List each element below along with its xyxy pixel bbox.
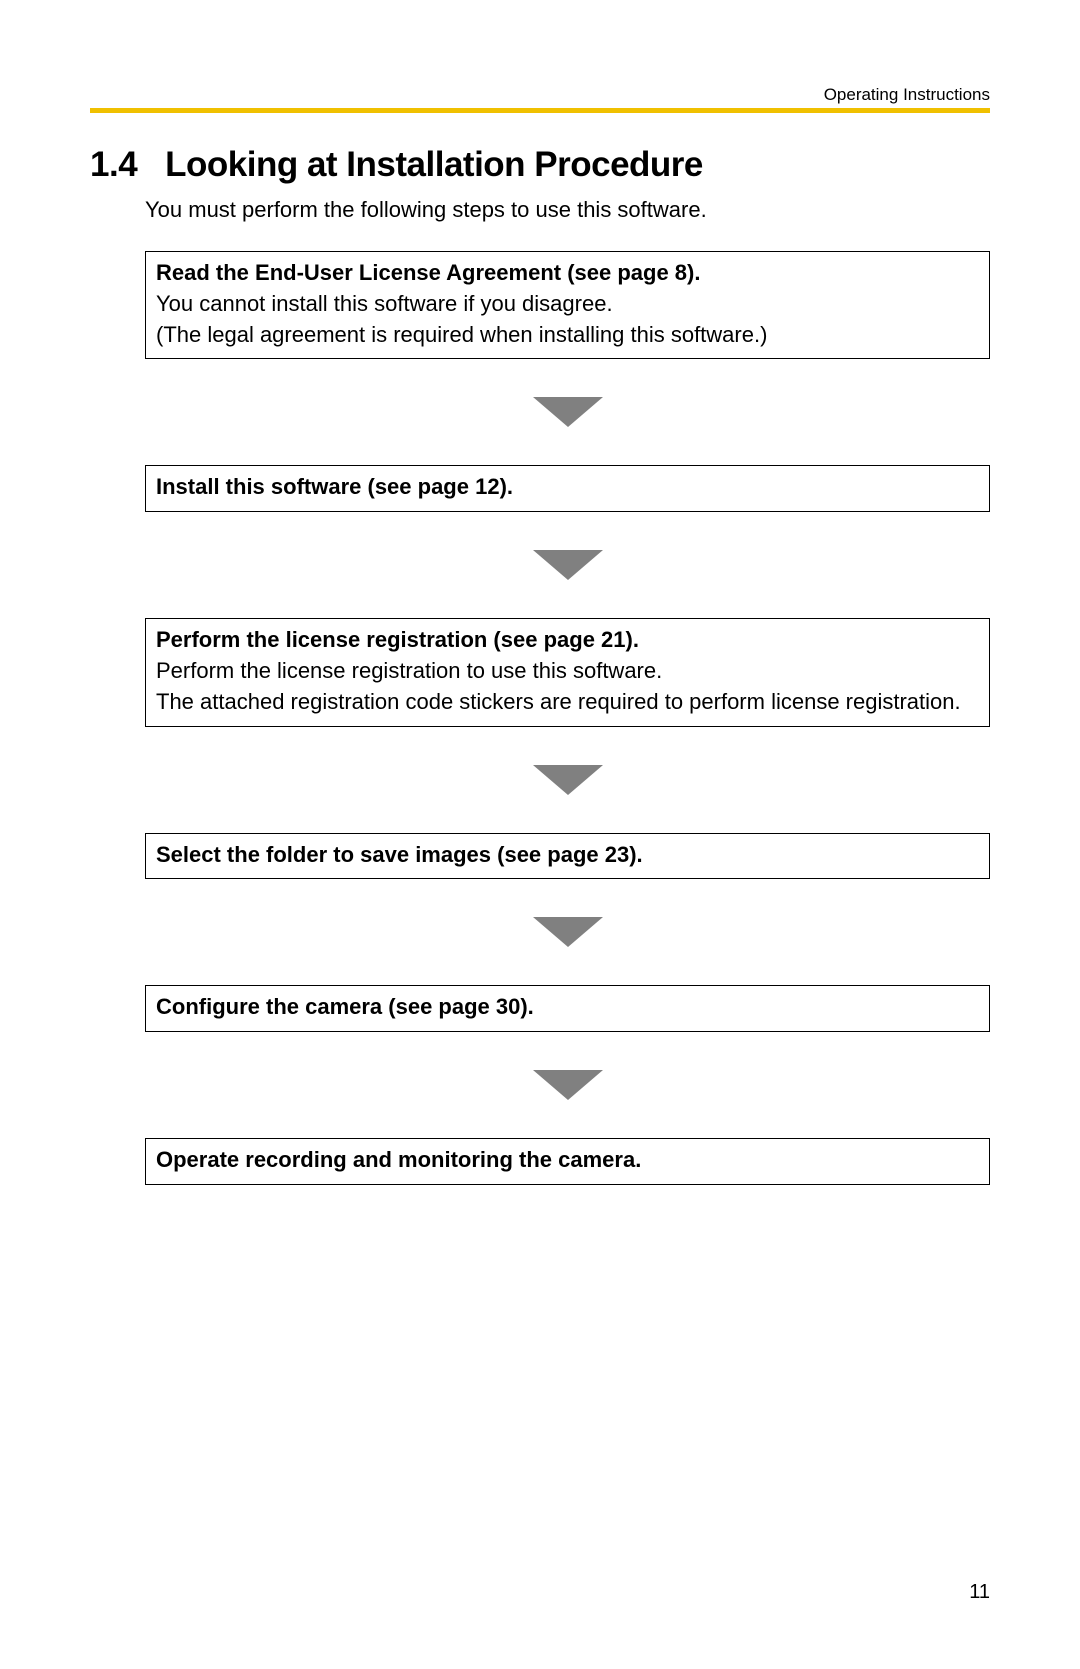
chevron-down-icon [533, 765, 603, 795]
step-box-6: Operate recording and monitoring the cam… [145, 1138, 990, 1185]
page-number: 11 [969, 1581, 990, 1604]
step-title: Operate recording and monitoring the cam… [156, 1145, 979, 1176]
step-body: You cannot install this software if you … [156, 289, 979, 351]
arrow-5 [145, 1070, 990, 1100]
chevron-down-icon [533, 1070, 603, 1100]
header-divider [90, 108, 990, 113]
step-title: Select the folder to save images (see pa… [156, 840, 979, 871]
arrow-1 [145, 397, 990, 427]
step-body: Perform the license registration to use … [156, 656, 979, 718]
section-heading: 1.4 Looking at Installation Procedure [90, 145, 990, 185]
step-title: Configure the camera (see page 30). [156, 992, 979, 1023]
section-intro: You must perform the following steps to … [145, 197, 990, 223]
step-box-1: Read the End-User License Agreement (see… [145, 251, 990, 359]
step-box-4: Select the folder to save images (see pa… [145, 833, 990, 880]
step-title: Read the End-User License Agreement (see… [156, 258, 979, 289]
section-title-text: Looking at Installation Procedure [165, 145, 703, 184]
section-number: 1.4 [90, 145, 137, 185]
step-box-3: Perform the license registration (see pa… [145, 618, 990, 726]
arrow-4 [145, 917, 990, 947]
chevron-down-icon [533, 917, 603, 947]
step-title: Perform the license registration (see pa… [156, 625, 979, 656]
chevron-down-icon [533, 550, 603, 580]
arrow-2 [145, 550, 990, 580]
running-title: Operating Instructions [824, 85, 990, 105]
arrow-3 [145, 765, 990, 795]
chevron-down-icon [533, 397, 603, 427]
step-box-5: Configure the camera (see page 30). [145, 985, 990, 1032]
step-box-2: Install this software (see page 12). [145, 465, 990, 512]
step-title: Install this software (see page 12). [156, 472, 979, 503]
